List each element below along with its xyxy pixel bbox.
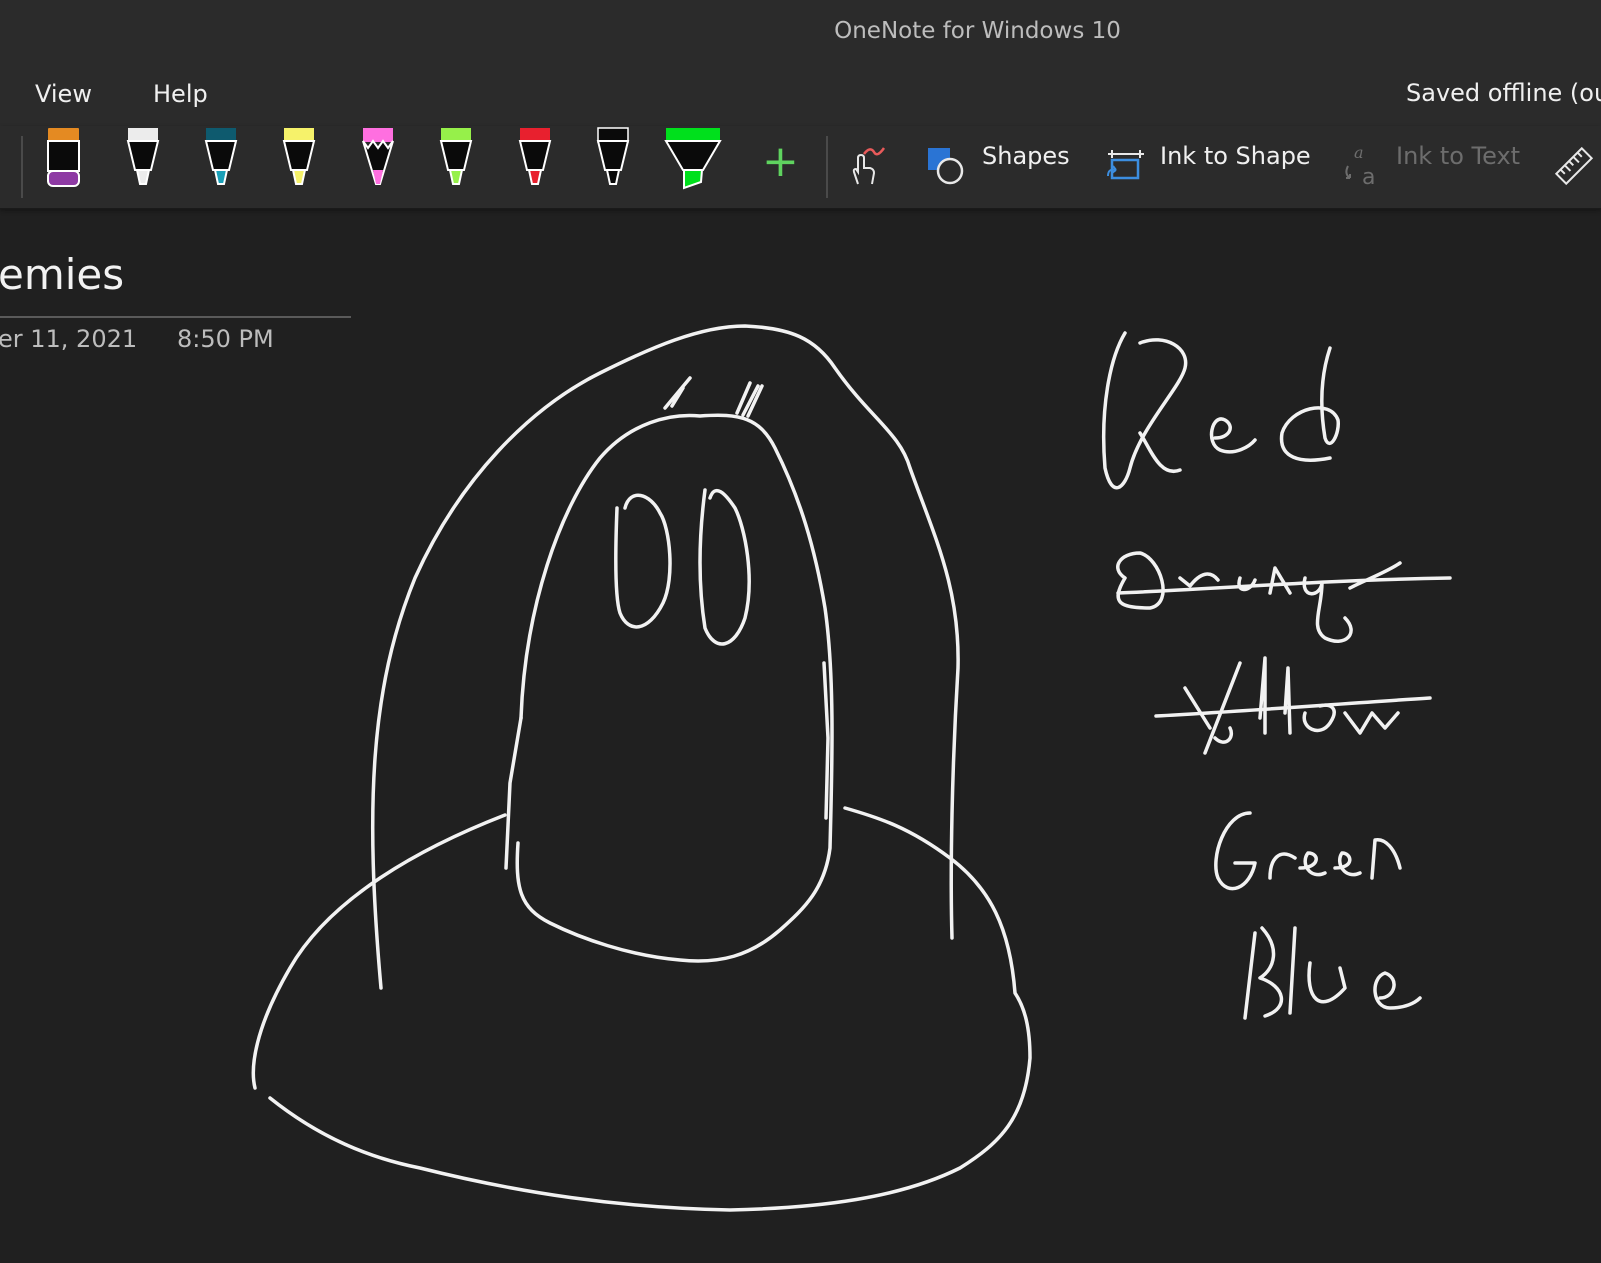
draw-with-touch-icon[interactable] (844, 144, 888, 188)
window-title: OneNote for Windows 10 (834, 18, 1121, 44)
shapes-button[interactable]: Shapes (982, 142, 1070, 170)
page-canvas[interactable]: emies er 11, 2021 8:50 PM (0, 208, 1601, 1263)
ink-to-shape-button[interactable]: Ink to Shape (1160, 142, 1311, 170)
pencil-pink-icon[interactable] (356, 126, 400, 192)
pen-red-icon[interactable] (513, 126, 557, 192)
ink-to-text-icon[interactable]: a a (1342, 144, 1382, 188)
draw-ribbon: + Shapes Ink to Shape a a Ink to Text (0, 126, 1601, 209)
eraser-tool-icon[interactable] (42, 126, 86, 192)
ink-base (251, 806, 1032, 1212)
ink-word-red (1101, 331, 1340, 490)
pen-black-icon[interactable] (591, 126, 635, 192)
pen-lime-icon[interactable] (434, 126, 478, 192)
ink-word-green (1214, 811, 1402, 891)
ink-hair-left (663, 376, 692, 410)
ink-word-blue (1243, 926, 1422, 1020)
ink-word-yellow (1183, 656, 1400, 755)
ink-inner-head (515, 413, 834, 963)
ink-inner-head-right (822, 661, 830, 820)
svg-text:a: a (1354, 144, 1364, 162)
highlighter-green-icon[interactable] (663, 126, 723, 192)
pen-yellow-icon[interactable] (277, 126, 321, 192)
ribbon-separator (826, 136, 828, 198)
add-pen-icon[interactable]: + (762, 132, 799, 192)
ink-to-text-button[interactable]: Ink to Text (1396, 142, 1520, 170)
shapes-icon[interactable] (926, 146, 966, 186)
ink-hair-right (735, 381, 764, 418)
pen-white-icon[interactable] (121, 126, 165, 192)
ink-word-orange (1116, 551, 1402, 643)
ruler-icon[interactable] (1552, 144, 1596, 188)
ink-to-shape-icon[interactable] (1104, 146, 1144, 186)
ink-eye-right (698, 488, 751, 646)
pen-teal-icon[interactable] (199, 126, 243, 192)
menu-help[interactable]: Help (153, 80, 208, 108)
title-bar: OneNote for Windows 10 (0, 0, 1601, 64)
ink-eye-left (614, 493, 672, 629)
svg-text:a: a (1362, 165, 1375, 188)
sync-status[interactable]: Saved offline (out (1406, 79, 1601, 107)
ink-layer (251, 324, 1452, 1212)
menu-view[interactable]: View (35, 80, 92, 108)
ribbon-separator (21, 136, 23, 198)
ink-outer-dome (370, 324, 960, 990)
menu-bar: View Help Saved offline (out (0, 64, 1601, 126)
